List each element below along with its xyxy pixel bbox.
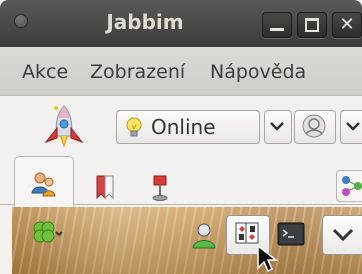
chevron-down-icon <box>270 122 284 131</box>
status-selector[interactable]: Online <box>116 110 260 144</box>
chevron-down-icon <box>346 122 360 131</box>
maximize-button[interactable] <box>297 12 327 38</box>
tab-bookmarks[interactable] <box>78 160 134 204</box>
clover-menu-icon[interactable] <box>28 218 64 254</box>
status-label: Online <box>151 115 216 139</box>
tab-locations[interactable] <box>134 160 190 204</box>
add-contact-icon[interactable] <box>190 218 218 254</box>
minimize-icon <box>262 12 292 38</box>
pin-flag-icon <box>152 175 168 201</box>
close-icon: ✕ <box>339 14 355 35</box>
bookmark-icon <box>96 175 114 200</box>
banner-shade <box>12 207 362 274</box>
status-dropdown-button[interactable] <box>264 110 292 144</box>
mouse-pointer-icon <box>257 244 279 273</box>
title-bar[interactable]: Jabbim ✕ <box>0 0 362 47</box>
close-button[interactable]: ✕ <box>332 12 362 38</box>
maximize-icon <box>297 12 327 38</box>
contacts-icon <box>31 172 56 197</box>
menu-akce[interactable]: Akce <box>22 61 68 83</box>
menu-bar: Akce Zobrazení Nápověda <box>0 47 362 96</box>
rocket-logo-icon <box>44 105 84 148</box>
minimize-button[interactable] <box>262 12 292 38</box>
lightbulb-icon <box>126 117 142 137</box>
avatar-button[interactable] <box>294 110 336 144</box>
network-icon <box>342 176 362 196</box>
more-menu-button[interactable] <box>322 215 362 255</box>
menu-zobrazeni[interactable]: Zobrazení <box>90 61 185 83</box>
menu-napoveda[interactable]: Nápověda <box>210 61 306 83</box>
tab-contacts[interactable] <box>14 156 74 207</box>
avatar-icon <box>302 114 326 138</box>
avatar-dropdown-button[interactable] <box>340 110 362 144</box>
terminal-icon[interactable] <box>276 220 306 250</box>
chevron-down-icon <box>332 228 354 242</box>
window-title: Jabbim <box>106 10 184 34</box>
network-button[interactable] <box>336 170 362 202</box>
